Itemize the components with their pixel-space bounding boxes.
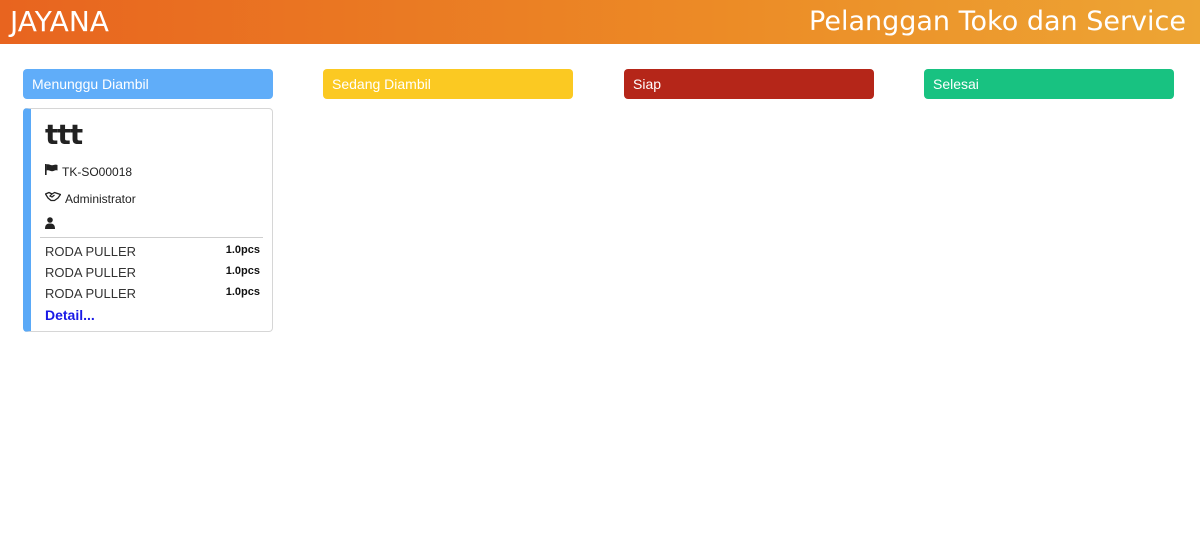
top-bar: JAYANA Pelanggan Toko dan Service xyxy=(0,0,1200,44)
item-name: RODA PULLER xyxy=(45,265,137,280)
column-header: Selesai xyxy=(924,69,1174,99)
column-siap: Siap xyxy=(624,69,874,99)
customer-row xyxy=(45,217,262,237)
brand-logo-text[interactable]: JAYANA xyxy=(10,6,109,38)
detail-link[interactable]: Detail... xyxy=(45,307,95,323)
column-selesai: Selesai xyxy=(924,69,1174,99)
handler-row: Administrator xyxy=(44,190,262,217)
handler-name: Administrator xyxy=(65,192,136,206)
column-header: Siap xyxy=(624,69,874,99)
order-card[interactable]: ttt TK-SO00018 Administrator RODA PULLER… xyxy=(23,108,273,332)
item-name: RODA PULLER xyxy=(45,286,137,301)
item-name: RODA PULLER xyxy=(45,244,137,259)
column-header: Menunggu Diambil xyxy=(23,69,273,99)
list-item: RODA PULLER 1.0pcs xyxy=(45,265,262,286)
order-code: TK-SO00018 xyxy=(62,165,133,179)
column-sedang-diambil: Sedang Diambil xyxy=(323,69,573,99)
card-title: ttt xyxy=(45,118,83,151)
user-icon xyxy=(45,217,60,235)
list-item: RODA PULLER 1.0pcs xyxy=(45,286,262,307)
item-qty: 1.0pcs xyxy=(225,286,260,298)
item-qty: 1.0pcs xyxy=(225,265,260,277)
order-code-row: TK-SO00018 xyxy=(45,163,262,190)
card-divider xyxy=(40,237,263,238)
item-qty: 1.0pcs xyxy=(225,244,260,256)
column-header: Sedang Diambil xyxy=(323,69,573,99)
flag-icon xyxy=(45,163,60,181)
column-menunggu-diambil: Menunggu Diambil ttt TK-SO00018 Administ… xyxy=(23,69,273,332)
handshake-icon xyxy=(44,190,63,208)
page-title: Pelanggan Toko dan Service xyxy=(809,6,1186,37)
list-item: RODA PULLER 1.0pcs xyxy=(45,244,262,265)
